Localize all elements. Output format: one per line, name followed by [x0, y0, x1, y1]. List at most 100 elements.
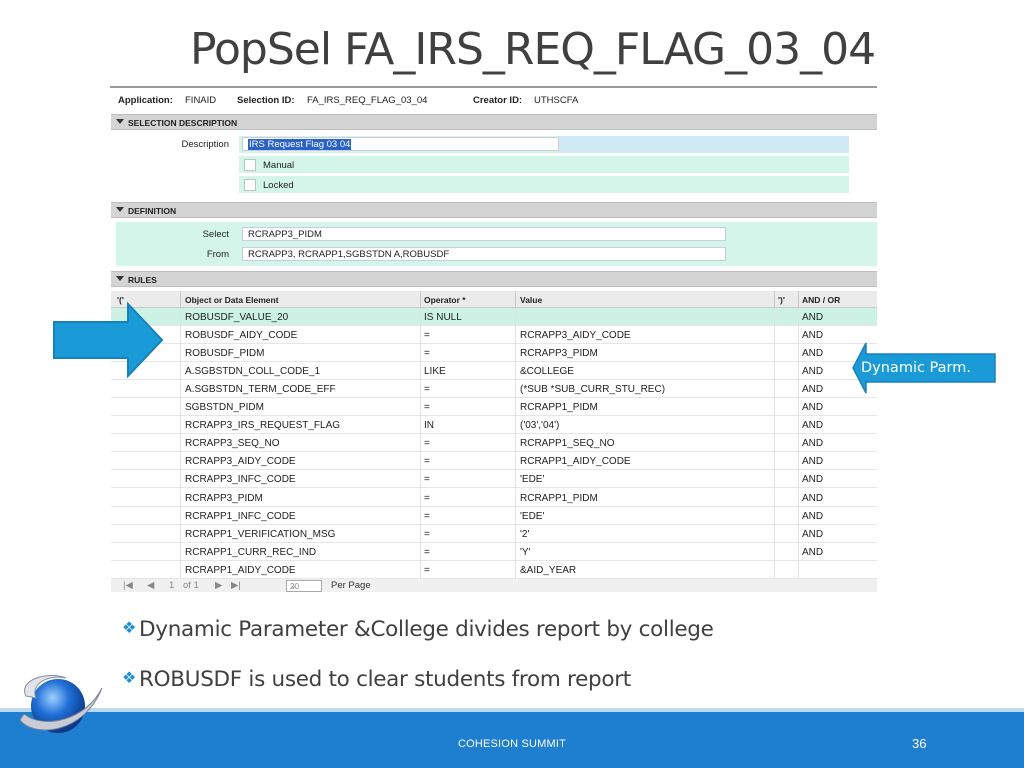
first-page-icon[interactable]: |◀ [123, 580, 133, 591]
rules-table-row[interactable]: ROBUSDF_VALUE_20 IS NULL AND [111, 308, 877, 326]
diamond-bullet-icon: ❖ [122, 618, 137, 637]
select-field[interactable]: RCRAPP3_PIDM [242, 227, 726, 241]
from-field[interactable]: RCRAPP3, RCRAPP1,SGBSTDN A,ROBUSDF [242, 247, 726, 261]
description-field[interactable]: IRS Request Flag 03 04 [242, 137, 559, 151]
rules-table-row[interactable]: A.SGBSTDN_COLL_CODE_1 LIKE &COLLEGE AND [111, 362, 877, 381]
rule-and-or[interactable]: AND [802, 348, 823, 359]
rule-operator[interactable]: = [424, 456, 430, 467]
rule-operator[interactable]: = [424, 511, 430, 522]
rule-operator[interactable]: IS NULL [424, 312, 462, 323]
rule-and-or[interactable]: AND [802, 456, 823, 467]
rules-table-row[interactable]: ROBUSDF_AIDY_CODE = RCRAPP3_AIDY_CODE AND [111, 326, 877, 345]
rule-and-or[interactable]: AND [802, 420, 823, 431]
rule-operator[interactable]: = [424, 565, 430, 576]
rule-element[interactable]: RCRAPP1_INFC_CODE [185, 511, 296, 522]
rule-operator[interactable]: = [424, 330, 430, 341]
rules-table-row[interactable]: RCRAPP3_INFC_CODE = 'EDE' AND [111, 470, 877, 489]
rule-element[interactable]: RCRAPP3_IRS_REQUEST_FLAG [185, 420, 340, 431]
rule-element[interactable]: RCRAPP1_AIDY_CODE [185, 565, 296, 576]
rule-and-or[interactable]: AND [802, 474, 823, 485]
collapse-triangle-icon[interactable] [116, 119, 124, 124]
rule-operator[interactable]: = [424, 438, 430, 449]
rules-table-row[interactable]: RCRAPP3_PIDM = RCRAPP1_PIDM AND [111, 488, 877, 507]
rules-table-row[interactable]: RCRAPP1_CURR_REC_IND = 'Y' AND [111, 542, 877, 561]
rule-operator[interactable]: = [424, 547, 430, 558]
callout-label: Dynamic Parm. [861, 360, 971, 376]
rule-operator[interactable]: = [424, 402, 430, 413]
rule-value[interactable]: '2' [520, 529, 529, 540]
rule-value[interactable]: RCRAPP1_PIDM [520, 402, 598, 413]
next-page-icon[interactable]: ▶ [215, 580, 222, 591]
rule-and-or[interactable]: AND [802, 529, 823, 540]
rule-value[interactable]: RCRAPP1_AIDY_CODE [520, 456, 631, 467]
prev-page-icon[interactable]: ◀ [147, 580, 154, 591]
rule-value[interactable]: RCRAPP1_SEQ_NO [520, 438, 614, 449]
rule-element[interactable]: ROBUSDF_PIDM [185, 348, 264, 359]
rule-value[interactable]: &AID_YEAR [520, 565, 576, 576]
rule-value[interactable]: (*SUB *SUB_CURR_STU_REC) [520, 384, 665, 395]
rule-operator[interactable]: = [424, 474, 430, 485]
rule-element[interactable]: SGBSTDN_PIDM [185, 402, 264, 413]
rule-and-or[interactable]: AND [802, 384, 823, 395]
rules-table-row[interactable]: RCRAPP3_SEQ_NO = RCRAPP1_SEQ_NO AND [111, 434, 877, 453]
rule-operator[interactable]: LIKE [424, 366, 446, 377]
rule-element[interactable]: ROBUSDF_AIDY_CODE [185, 330, 297, 341]
application-label: Application: [118, 95, 173, 106]
rules-table-row[interactable]: RCRAPP1_AIDY_CODE = &AID_YEAR [111, 560, 877, 579]
manual-checkbox[interactable] [244, 159, 256, 171]
section-definition[interactable]: DEFINITION [111, 202, 877, 218]
rule-and-or[interactable]: AND [802, 438, 823, 449]
rule-element[interactable]: A.SGBSTDN_TERM_CODE_EFF [185, 384, 336, 395]
select-label: Select [202, 229, 229, 240]
rule-value[interactable]: ('03','04') [520, 420, 559, 431]
col-and-or: AND / OR [802, 295, 841, 305]
rule-value[interactable]: &COLLEGE [520, 366, 574, 377]
diamond-bullet-icon: ❖ [122, 668, 137, 687]
rule-operator[interactable]: = [424, 384, 430, 395]
rule-element[interactable]: RCRAPP3_SEQ_NO [185, 438, 279, 449]
rule-and-or[interactable]: AND [802, 366, 823, 377]
rule-and-or[interactable]: AND [802, 402, 823, 413]
rules-table-row[interactable]: RCRAPP3_AIDY_CODE = RCRAPP1_AIDY_CODE AND [111, 452, 877, 471]
collapse-triangle-icon[interactable] [116, 276, 124, 281]
rule-value[interactable]: RCRAPP3_AIDY_CODE [520, 330, 631, 341]
rule-element[interactable]: ROBUSDF_VALUE_20 [185, 312, 288, 323]
definition-panel: Select RCRAPP3_PIDM From RCRAPP3, RCRAPP… [111, 219, 877, 269]
bullet-item: ❖ ROBUSDF is used to clear students from … [122, 667, 631, 692]
rule-operator[interactable]: = [424, 529, 430, 540]
rule-value[interactable]: 'EDE' [520, 511, 544, 522]
rule-operator[interactable]: = [424, 493, 430, 504]
rule-element[interactable]: RCRAPP1_VERIFICATION_MSG [185, 529, 335, 540]
rule-and-or[interactable]: AND [802, 547, 823, 558]
rule-value[interactable]: 'Y' [520, 547, 531, 558]
rule-and-or[interactable]: AND [802, 312, 823, 323]
rule-and-or[interactable]: AND [802, 493, 823, 504]
rules-table-row[interactable]: A.SGBSTDN_TERM_CODE_EFF = (*SUB *SUB_CURR_… [111, 380, 877, 399]
page-number[interactable]: 1 [169, 580, 174, 591]
rule-operator[interactable]: IN [424, 420, 434, 431]
rule-element[interactable]: RCRAPP3_PIDM [185, 493, 263, 504]
per-page-select[interactable]: 20 ⌄ [286, 580, 322, 592]
collapse-triangle-icon[interactable] [116, 207, 124, 212]
rule-value[interactable]: 'EDE' [520, 474, 544, 485]
locked-checkbox[interactable] [244, 179, 256, 191]
rule-value[interactable]: RCRAPP3_PIDM [520, 348, 598, 359]
rule-and-or[interactable]: AND [802, 511, 823, 522]
section-selection-description[interactable]: SELECTION DESCRIPTION [111, 114, 877, 130]
rule-element[interactable]: RCRAPP3_AIDY_CODE [185, 456, 296, 467]
section-rules[interactable]: RULES [111, 271, 877, 287]
creator-id-value: UTHSCFA [534, 95, 579, 106]
rules-table-row[interactable]: RCRAPP1_INFC_CODE = 'EDE' AND [111, 506, 877, 525]
rule-element[interactable]: A.SGBSTDN_COLL_CODE_1 [185, 366, 320, 377]
rule-value[interactable]: RCRAPP1_PIDM [520, 493, 598, 504]
rule-and-or[interactable]: AND [802, 330, 823, 341]
rules-table-row[interactable]: SGBSTDN_PIDM = RCRAPP1_PIDM AND [111, 398, 877, 417]
rule-element[interactable]: RCRAPP1_CURR_REC_IND [185, 547, 316, 558]
rules-table-row[interactable]: RCRAPP1_VERIFICATION_MSG = '2' AND [111, 524, 877, 543]
last-page-icon[interactable]: ▶| [231, 580, 241, 591]
rules-table-row[interactable]: RCRAPP3_IRS_REQUEST_FLAG IN ('03','04') AND [111, 416, 877, 435]
rule-element[interactable]: RCRAPP3_INFC_CODE [185, 474, 296, 485]
rule-operator[interactable]: = [424, 348, 430, 359]
rules-table-row[interactable]: ROBUSDF_PIDM = RCRAPP3_PIDM AND [111, 344, 877, 363]
application-value: FINAID [185, 95, 217, 106]
